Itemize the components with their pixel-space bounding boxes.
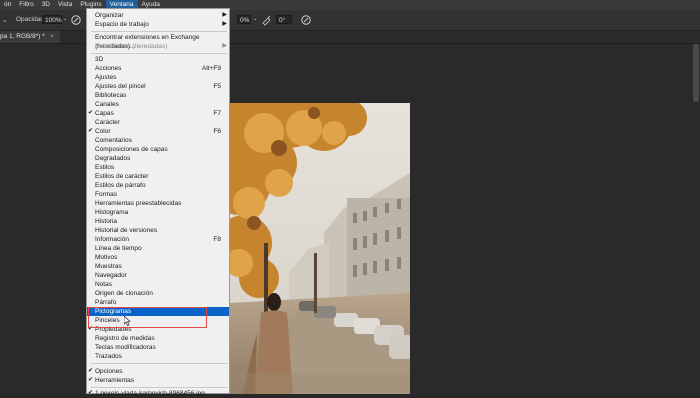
menu-item-navegador[interactable]: Navegador (87, 271, 229, 280)
checkmark-icon: ✔ (88, 368, 94, 374)
menu-item-caracter[interactable]: Carácter (87, 118, 229, 127)
pressure-opacity-icon[interactable] (70, 14, 82, 26)
menu-item-estilos-de-caracter[interactable]: Estilos de carácter (87, 172, 229, 181)
checkmark-icon: ✔ (88, 377, 94, 383)
menu-item-ajustes-del-pincel[interactable]: Ajustes del pincel F5 (87, 82, 229, 91)
menu-item-espacio-de-trabajo[interactable]: Espacio de trabajo ▶ (87, 20, 229, 29)
canvas-photo[interactable] (229, 103, 410, 394)
menu-item-capas[interactable]: ✔ Capas F7 (87, 109, 229, 118)
checkmark-icon: ✔ (88, 326, 94, 332)
menu-3d[interactable]: 3D (38, 0, 54, 10)
menu-separator (91, 31, 227, 32)
menu-item-trazados[interactable]: Trazados (87, 352, 229, 361)
document-tab-title: pa 1, RGB/8*) * (0, 33, 45, 40)
menu-item-extensiones-heredadas: Extensiones (heredadas) ▶ (95, 43, 227, 50)
menu-item-encontrar-extensiones[interactable]: Encontrar extensiones en Exchange (hered… (87, 33, 229, 50)
opacity-dropdown-icon[interactable]: ⌄ (63, 16, 67, 22)
menu-vista[interactable]: Vista (54, 0, 76, 10)
menu-item-3d[interactable]: 3D (87, 55, 229, 64)
menu-item-parrafo[interactable]: Párrafo (87, 298, 229, 307)
menu-item-historia[interactable]: Historia (87, 217, 229, 226)
airbrush-icon[interactable] (261, 14, 273, 26)
menu-item-organizar[interactable]: Organizar ▶ (87, 11, 229, 20)
options-bar-dropdown-edge[interactable]: ⌄ (2, 16, 7, 24)
menu-separator (91, 387, 227, 388)
menu-item-informacion[interactable]: Información F8 (87, 235, 229, 244)
scrollbar-thumb[interactable] (693, 44, 699, 102)
opacity-input[interactable]: 100% (42, 15, 62, 24)
close-icon[interactable]: × (50, 33, 54, 40)
angle-input[interactable]: 0° (276, 15, 292, 24)
submenu-arrow-icon: ▶ (222, 21, 227, 27)
menu-item-herramientas[interactable]: ✔ Herramientas (87, 376, 229, 385)
menu-item-ajustes[interactable]: Ajustes (87, 73, 229, 82)
vertical-scrollbar[interactable] (692, 44, 700, 394)
menu-item-origen-de-clonacion[interactable]: Origen de clonación (87, 289, 229, 298)
submenu-arrow-icon: ▶ (222, 12, 227, 18)
menu-item-linea-de-tiempo[interactable]: Línea de tiempo (87, 244, 229, 253)
menu-edicion[interactable]: ón (0, 0, 15, 10)
flow-dropdown-icon[interactable]: ⌄ (253, 16, 257, 22)
submenu-arrow-icon: ▶ (222, 43, 227, 49)
checkmark-icon: ✔ (88, 128, 94, 134)
menu-filtro[interactable]: Filtro (15, 0, 37, 10)
menu-item-registro-de-medidas[interactable]: Registro de medidas (87, 334, 229, 343)
menu-separator (91, 363, 227, 364)
flow-input[interactable]: 0% (237, 15, 251, 24)
menu-item-estilos-de-parrafo[interactable]: Estilos de párrafo (87, 181, 229, 190)
document-tab[interactable]: pa 1, RGB/8*) * × (0, 31, 60, 43)
menu-item-comentarios[interactable]: Comentarios (87, 136, 229, 145)
menu-item-color[interactable]: ✔ Color F6 (87, 127, 229, 136)
menu-item-opciones[interactable]: ✔ Opciones (87, 367, 229, 376)
menu-item-motivos[interactable]: Motivos (87, 253, 229, 262)
menu-item-histograma[interactable]: Histograma (87, 208, 229, 217)
menu-item-herramientas-preestablecidas[interactable]: Herramientas preestablecidas (87, 199, 229, 208)
menu-item-composiciones-de-capas[interactable]: Composiciones de capas (87, 145, 229, 154)
menu-item-pictogramas[interactable]: Pictogramas (87, 307, 229, 316)
ventana-dropdown-menu: Organizar ▶ Espacio de trabajo ▶ Encontrar… (86, 8, 230, 397)
menu-item-acciones[interactable]: Acciones Alt+F9 (87, 64, 229, 73)
menu-item-estilos[interactable]: Estilos (87, 163, 229, 172)
menu-item-propiedades[interactable]: ✔ Propiedades (87, 325, 229, 334)
menu-item-pinceles[interactable]: Pinceles (87, 316, 229, 325)
menu-item-historial-de-versiones[interactable]: Historial de versiones (87, 226, 229, 235)
menu-item-notas[interactable]: Notas (87, 280, 229, 289)
checkmark-icon: ✔ (88, 110, 94, 116)
mouse-cursor-icon (124, 316, 131, 326)
menu-separator (91, 53, 227, 54)
menu-item-muestras[interactable]: Muestras (87, 262, 229, 271)
menu-item-formas[interactable]: Formas (87, 190, 229, 199)
menu-item-degradados[interactable]: Degradados (87, 154, 229, 163)
menu-item-teclas-modificadoras[interactable]: Teclas modificadoras (87, 343, 229, 352)
menu-item-canales[interactable]: Canales (87, 100, 229, 109)
pressure-size-icon[interactable] (300, 14, 312, 26)
menu-item-bibliotecas[interactable]: Bibliotecas (87, 91, 229, 100)
